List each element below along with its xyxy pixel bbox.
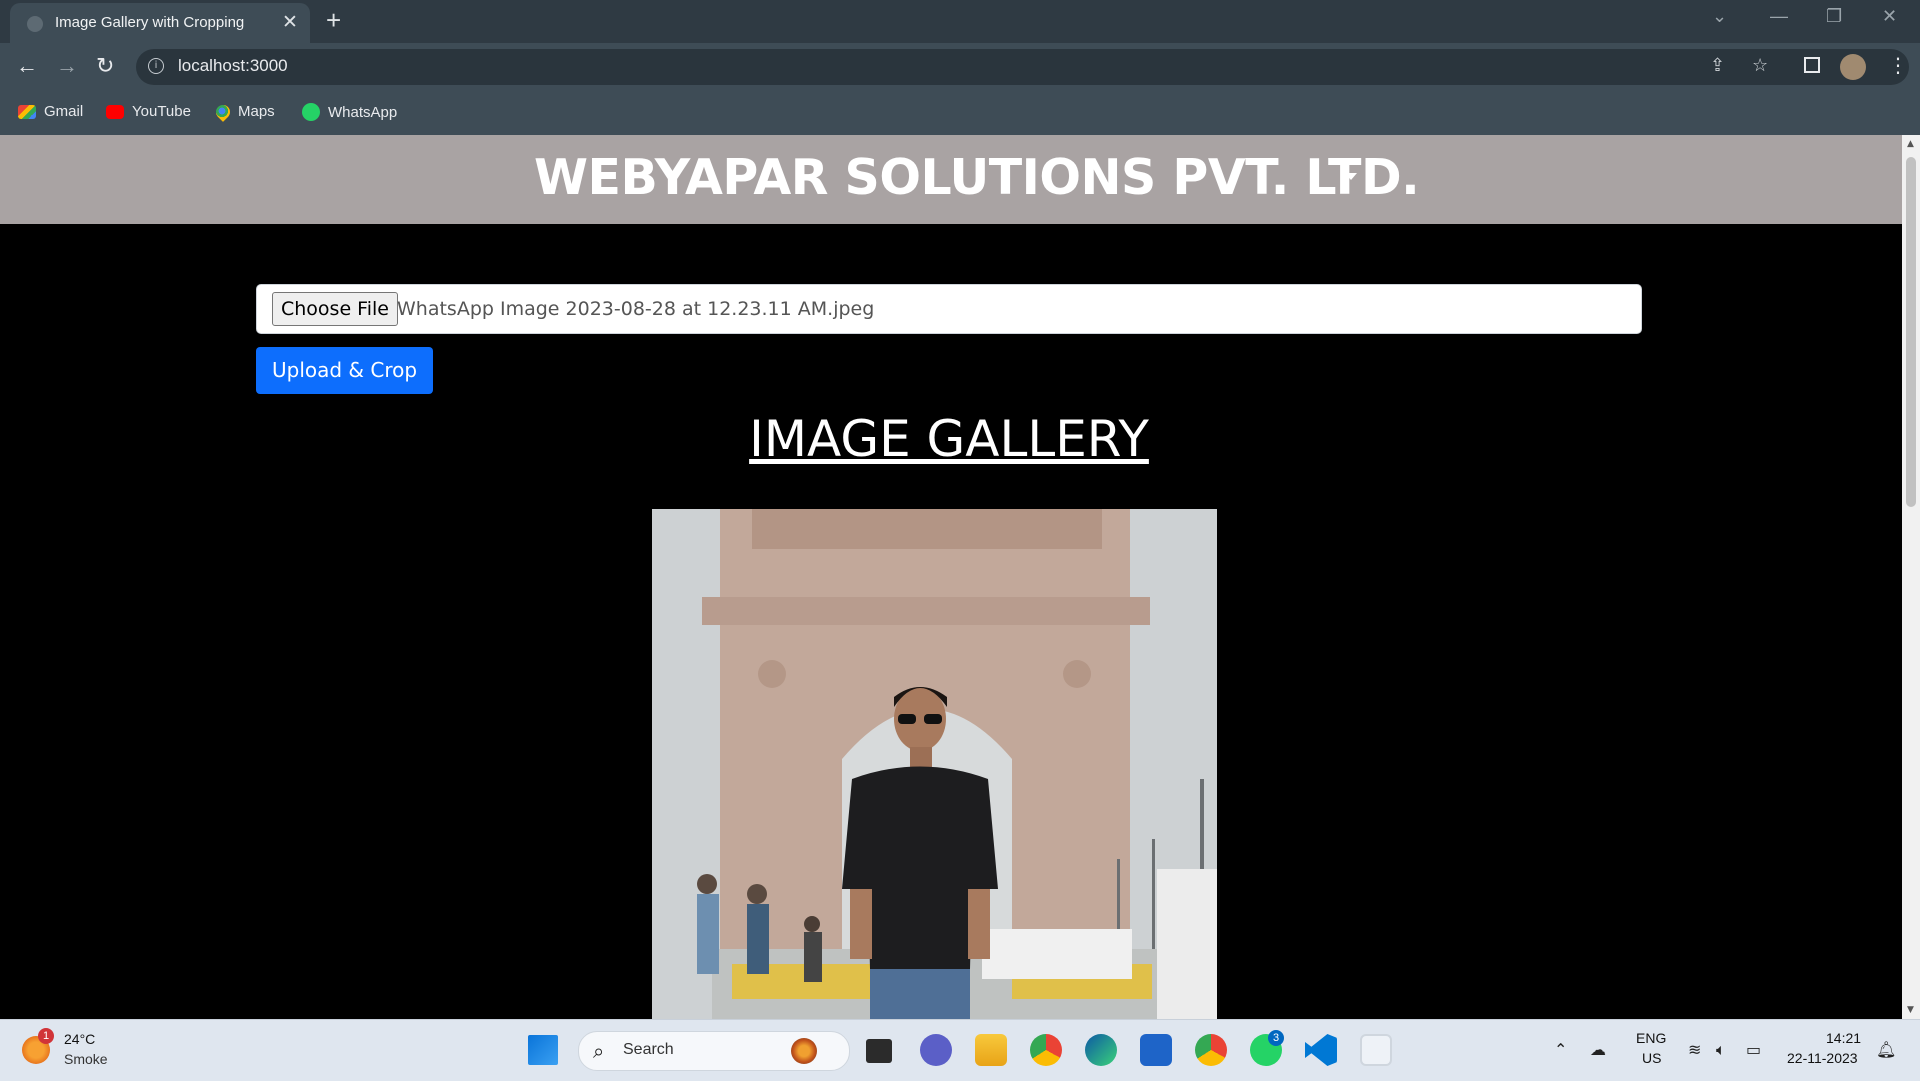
forward-arrow-icon[interactable]: → — [56, 53, 78, 79]
weather-desc[interactable]: Smoke — [64, 1051, 108, 1067]
gallery-image[interactable] — [652, 509, 1217, 1019]
reload-icon[interactable]: ↻ — [96, 53, 114, 79]
tab-title: Image Gallery with Cropping — [55, 14, 245, 31]
taskbar-search[interactable]: ⌕ Search — [578, 1031, 850, 1071]
file-explorer-icon[interactable] — [975, 1034, 1007, 1066]
browser-tab-bar: Image Gallery with Cropping ✕ + ⌄ — ❐ ✕ — [0, 0, 1920, 43]
file-input[interactable]: Choose File WhatsApp Image 2023-08-28 at… — [256, 284, 1642, 334]
profile-avatar[interactable] — [1840, 54, 1866, 80]
browser-tab[interactable]: Image Gallery with Cropping ✕ — [10, 3, 310, 43]
choose-file-button[interactable]: Choose File — [272, 292, 398, 326]
weather-badge: 1 — [38, 1028, 54, 1044]
bookmark-youtube[interactable]: YouTube — [106, 103, 191, 120]
taskbar-search-placeholder: Search — [623, 1041, 674, 1058]
navbar: WEBYAPAR SOLUTIONS PVT. LTD. — [0, 135, 1902, 224]
task-view-icon[interactable] — [866, 1039, 892, 1063]
whatsapp-icon — [302, 103, 320, 121]
new-tab-button[interactable]: + — [326, 5, 341, 36]
gallery-title: IMAGE GALLERY — [749, 410, 1149, 468]
bookmark-label: YouTube — [132, 103, 191, 120]
bookmark-gmail[interactable]: Gmail — [18, 103, 83, 120]
brand-title[interactable]: WEBYAPAR SOLUTIONS PVT. LTD. — [534, 149, 1420, 206]
search-icon: ⌕ — [593, 1039, 605, 1063]
browser-toolbar: ← → ↻ i localhost:3000 ⇪ ☆ — [0, 43, 1920, 91]
battery-icon[interactable]: ▭ — [1746, 1040, 1761, 1059]
tab-favicon-icon — [27, 16, 43, 32]
tab-search-chevron-icon[interactable]: ⌄ — [1712, 6, 1727, 27]
share-icon[interactable]: ⇪ — [1710, 55, 1725, 76]
windows-start-icon[interactable] — [528, 1035, 558, 1065]
selected-file-name: WhatsApp Image 2023-08-28 at 12.23.11 AM… — [397, 298, 875, 320]
language-line1[interactable]: ENG — [1636, 1030, 1666, 1046]
microsoft-store-icon[interactable] — [1140, 1034, 1172, 1066]
maps-icon — [213, 101, 233, 122]
chrome-icon[interactable] — [1030, 1034, 1062, 1066]
snipping-tool-icon[interactable] — [1360, 1034, 1392, 1066]
notification-bell-icon[interactable]: 🔔︎ — [1876, 1040, 1896, 1059]
onedrive-icon[interactable]: ☁ — [1590, 1040, 1606, 1059]
bookmarks-bar: Gmail YouTube Maps WhatsApp — [0, 91, 1920, 135]
bookmark-whatsapp[interactable]: WhatsApp — [302, 103, 397, 121]
gallery-photo — [652, 509, 1217, 1019]
scroll-thumb[interactable] — [1906, 157, 1916, 507]
wifi-icon[interactable]: ≋ — [1688, 1040, 1701, 1059]
back-arrow-icon[interactable]: ← — [16, 53, 38, 79]
clock-time[interactable]: 14:21 — [1826, 1030, 1861, 1046]
bookmark-label: Maps — [238, 103, 275, 120]
search-highlight-icon — [791, 1038, 817, 1064]
window-close-icon[interactable]: ✕ — [1882, 6, 1897, 27]
weather-temp[interactable]: 24°C — [64, 1031, 95, 1047]
gmail-icon — [18, 104, 36, 119]
vscode-icon[interactable] — [1305, 1034, 1337, 1066]
restore-icon[interactable]: ❐ — [1826, 6, 1842, 27]
teams-chat-icon[interactable] — [920, 1034, 952, 1066]
whatsapp-badge: 3 — [1268, 1030, 1284, 1046]
scroll-up-icon[interactable]: ▲ — [1907, 139, 1914, 149]
scroll-down-icon[interactable]: ▼ — [1907, 1005, 1914, 1015]
site-info-icon[interactable]: i — [148, 58, 164, 74]
language-line2[interactable]: US — [1642, 1050, 1661, 1066]
bookmark-star-icon[interactable]: ☆ — [1752, 55, 1768, 76]
clock-date[interactable]: 22-11-2023 — [1787, 1050, 1858, 1066]
bookmark-label: WhatsApp — [328, 103, 398, 121]
browser-menu-icon[interactable]: ⋮ — [1888, 53, 1908, 77]
edge-icon[interactable] — [1085, 1034, 1117, 1066]
address-bar[interactable]: i localhost:3000 ⇪ ☆ — [136, 49, 1909, 85]
page-viewport: WEBYAPAR SOLUTIONS PVT. LTD. Choose File… — [0, 135, 1902, 1019]
youtube-icon — [106, 104, 124, 119]
side-panel-icon[interactable] — [1804, 57, 1820, 73]
chrome-profile-icon[interactable] — [1195, 1034, 1227, 1066]
page-scrollbar[interactable]: ▲ ▼ — [1902, 135, 1920, 1019]
minimize-icon[interactable]: — — [1770, 6, 1788, 27]
tab-close-icon[interactable]: ✕ — [282, 11, 298, 33]
address-url[interactable]: localhost:3000 — [178, 56, 288, 76]
bookmark-maps[interactable]: Maps — [213, 101, 275, 122]
bookmark-label: Gmail — [44, 103, 84, 120]
taskbar: 1 24°C Smoke ⌕ Search 3 ⌃ ☁ ENG US ≋ 🔈︎ … — [0, 1019, 1920, 1081]
tray-chevron-icon[interactable]: ⌃ — [1554, 1040, 1567, 1059]
dropdown-caret-icon[interactable] — [1345, 173, 1357, 180]
volume-icon[interactable]: 🔈︎ — [1716, 1040, 1726, 1060]
upload-crop-button[interactable]: Upload & Crop — [256, 347, 434, 394]
